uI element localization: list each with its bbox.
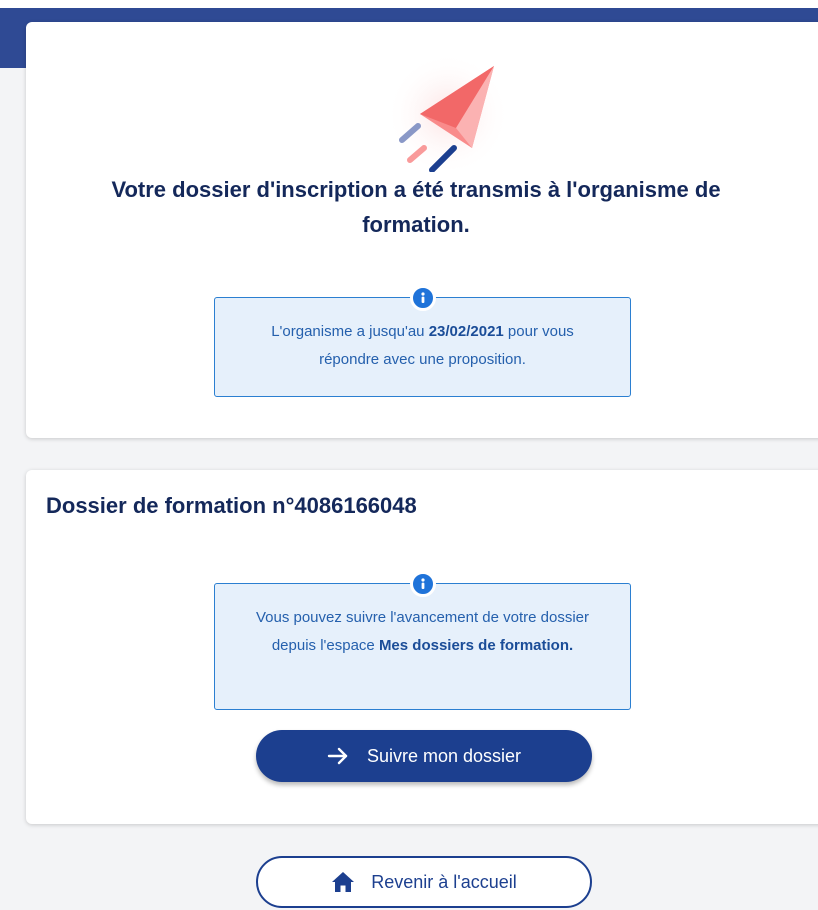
page-top-strip: [0, 0, 818, 8]
arrow-right-icon: [327, 746, 349, 766]
info-icon: [409, 285, 436, 311]
deadline-date: 23/02/2021: [428, 323, 504, 340]
deadline-text-prefix: L'organisme a jusqu'au: [271, 323, 429, 340]
back-home-label: Revenir à l'accueil: [371, 871, 517, 892]
confirmation-title: Votre dossier d'inscription a été transm…: [111, 177, 721, 237]
confirmation-card: Votre dossier d'inscription a été transm…: [26, 22, 818, 438]
info-icon: [409, 571, 436, 597]
back-home-button[interactable]: Revenir à l'accueil: [256, 856, 592, 908]
mes-dossiers-link[interactable]: Mes dossiers de formation.: [379, 637, 573, 654]
follow-dossier-button[interactable]: Suivre mon dossier: [256, 730, 592, 782]
paper-plane-icon: [372, 44, 524, 173]
follow-dossier-label: Suivre mon dossier: [366, 745, 522, 766]
dossier-title: Dossier de formation n°4086166048: [46, 493, 417, 518]
dossier-card: Dossier de formation n°4086166048 Vous p…: [26, 470, 818, 824]
deadline-info-box: L'organisme a jusqu'au 23/02/2021 pour v…: [214, 285, 631, 397]
home-icon: [331, 871, 355, 893]
dossier-info-box: Vous pouvez suivre l'avancement de votre…: [214, 571, 631, 710]
